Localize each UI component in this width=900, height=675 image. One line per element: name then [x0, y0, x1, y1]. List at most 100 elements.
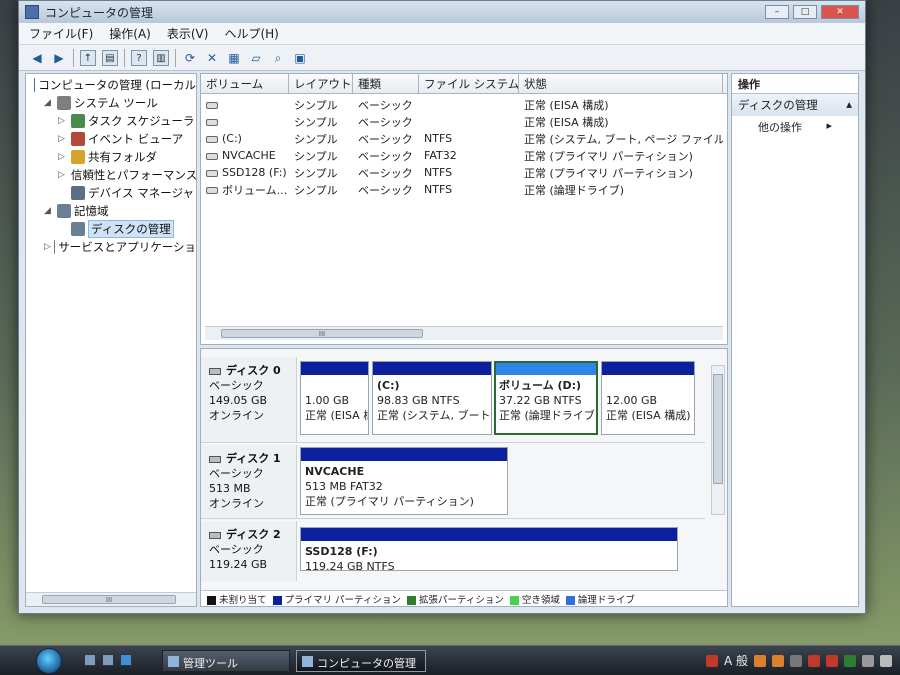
- tray-icon[interactable]: [808, 654, 820, 667]
- table-cell: シンプル: [289, 97, 353, 113]
- table-row[interactable]: SSD128 (F:) シンプル ベーシック NTFS 正常 (プライマリ パーティショ…: [201, 164, 727, 181]
- properties-icon[interactable]: ▦: [226, 50, 242, 66]
- disk-2-label[interactable]: ディスク 2 ベーシック 119.24 GB: [201, 521, 297, 581]
- tray-icon[interactable]: [862, 654, 874, 667]
- column-type[interactable]: 種類: [353, 74, 419, 93]
- actions-section-disk-management[interactable]: ディスクの管理 ▴: [732, 94, 858, 116]
- table-row[interactable]: シンプル ベーシック 正常 (EISA 構成): [201, 96, 727, 113]
- menu-view[interactable]: 表示(V): [167, 25, 209, 42]
- tray-icon[interactable]: [844, 654, 856, 667]
- tree-item[interactable]: ▷ イベント ビューア: [26, 130, 196, 148]
- close-button[interactable]: ✕: [821, 5, 859, 19]
- scrollbar-thumb[interactable]: [713, 374, 723, 484]
- switch-windows-icon[interactable]: [102, 654, 114, 666]
- cell-text: ボリューム...: [222, 183, 288, 197]
- partition-nvcache[interactable]: NVCACHE 513 MB FAT32 正常 (プライマリ パーティション): [300, 447, 508, 515]
- expand-arrow-icon[interactable]: ▷: [58, 152, 68, 162]
- disk-view-vertical-scrollbar[interactable]: [711, 365, 725, 515]
- cell-text: ベーシック: [358, 149, 413, 163]
- forward-arrow-icon[interactable]: ▶: [51, 50, 67, 66]
- start-button[interactable]: [36, 648, 62, 674]
- tray-icon[interactable]: [880, 654, 892, 667]
- refresh-icon[interactable]: ⟳: [182, 50, 198, 66]
- legend-item: プライマリ パーティション: [272, 592, 401, 606]
- cell-text: 正常 (プライマリ パーティション): [524, 166, 693, 180]
- tree-item[interactable]: ▷ 共有フォルダ: [26, 148, 196, 166]
- column-layout[interactable]: レイアウト: [289, 74, 353, 93]
- tree-item[interactable]: ◢ システム ツール: [26, 94, 196, 112]
- tree-horizontal-scrollbar[interactable]: III: [26, 592, 196, 606]
- table-row[interactable]: ボリューム... シンプル ベーシック NTFS 正常 (論理ドライブ): [201, 181, 727, 198]
- tree-item[interactable]: デバイス マネージャ: [26, 184, 196, 202]
- action-pane-icon[interactable]: ▥: [153, 49, 169, 66]
- column-volume[interactable]: ボリューム: [201, 74, 289, 93]
- expand-arrow-icon[interactable]: ◢: [44, 98, 54, 108]
- disk-1-label[interactable]: ディスク 1 ベーシック 513 MB オンライン: [201, 445, 297, 518]
- tree-item[interactable]: ▷ 信頼性とパフォーマンス: [26, 166, 196, 184]
- table-row[interactable]: NVCACHE シンプル ベーシック FAT32 正常 (プライマリ パーティション): [201, 147, 727, 164]
- legend-swatch: [565, 595, 575, 605]
- tree-item-label: 共有フォルダ: [88, 150, 157, 164]
- tree-item[interactable]: コンピュータの管理 (ローカル: [26, 76, 196, 94]
- taskbar-computer-management[interactable]: コンピュータの管理: [296, 650, 426, 672]
- disk-size: 119.24 GB: [209, 558, 268, 571]
- volume-icon: [206, 118, 218, 126]
- partition-d-selected[interactable]: ボリューム (D:) 37.22 GB NTFS 正常 (論理ドライブ: [494, 361, 598, 435]
- expand-arrow-icon[interactable]: ▷: [58, 134, 68, 144]
- browser-icon[interactable]: [120, 654, 132, 666]
- tree-item[interactable]: ◢ 記憶域: [26, 202, 196, 220]
- partition-c[interactable]: (C:) 98.83 GB NTFS 正常 (システム, ブート: [372, 361, 492, 435]
- help-icon[interactable]: ?: [131, 49, 147, 66]
- table-row[interactable]: (C:) シンプル ベーシック NTFS 正常 (システム, ブート, ページ ファイル…: [201, 130, 727, 147]
- volume-icon: [206, 187, 218, 194]
- back-arrow-icon[interactable]: ◀: [29, 50, 45, 66]
- partition-bar: [301, 528, 677, 541]
- volume-list-horizontal-scrollbar[interactable]: III: [205, 326, 723, 340]
- search-icon[interactable]: ⌕: [270, 50, 286, 66]
- delete-icon[interactable]: ✕: [204, 50, 220, 66]
- taskbar-admin-tools[interactable]: 管理ツール: [162, 650, 290, 672]
- expand-arrow-icon[interactable]: ▷: [58, 116, 68, 126]
- partition-name: NVCACHE: [305, 465, 365, 478]
- table-row[interactable]: シンプル ベーシック 正常 (EISA 構成): [201, 113, 727, 130]
- menu-action[interactable]: 操作(A): [109, 25, 151, 42]
- maximize-button[interactable]: □: [793, 5, 817, 19]
- ime-mode[interactable]: A 般: [724, 652, 748, 669]
- actions-pane: 操作 ディスクの管理 ▴ 他の操作 ▸: [731, 73, 859, 607]
- tray-icon[interactable]: [754, 654, 766, 667]
- show-hide-tree-icon[interactable]: ▤: [102, 49, 118, 66]
- tree-item[interactable]: ディスクの管理: [26, 220, 196, 238]
- menu-help[interactable]: ヘルプ(H): [224, 25, 278, 42]
- partition-eisa-1[interactable]: 1.00 GB 正常 (EISA 構: [300, 361, 369, 435]
- tray-icon[interactable]: [790, 654, 802, 667]
- up-folder-icon[interactable]: ↑: [80, 49, 96, 66]
- tree-item[interactable]: ▷ サービスとアプリケーショ: [26, 238, 196, 256]
- column-status[interactable]: 状態: [519, 74, 723, 93]
- column-filesystem[interactable]: ファイル システム: [419, 74, 519, 93]
- expand-arrow-icon[interactable]: ▷: [58, 170, 65, 180]
- more-actions-item[interactable]: 他の操作 ▸: [732, 116, 858, 136]
- partition-eisa-2[interactable]: 12.00 GB 正常 (EISA 構成): [601, 361, 695, 435]
- tray-icon[interactable]: [772, 654, 784, 667]
- partition-ssd128[interactable]: SSD128 (F:) 119.24 GB NTFS: [300, 527, 678, 571]
- menu-file[interactable]: ファイル(F): [29, 25, 93, 42]
- disk-name: ディスク 1: [226, 452, 281, 465]
- legend-swatch: [509, 595, 519, 605]
- show-desktop-icon[interactable]: [84, 654, 96, 666]
- ime-icon[interactable]: [705, 654, 718, 667]
- partition-size: 98.83 GB NTFS: [377, 394, 460, 407]
- services-icon: [53, 240, 56, 254]
- center-pane: ボリューム レイアウト 種類 ファイル システム 状態 シンプル ベーシック 正常 …: [200, 73, 728, 607]
- expand-arrow-icon[interactable]: ◢: [44, 206, 54, 216]
- tree-item[interactable]: ▷ タスク スケジューラ: [26, 112, 196, 130]
- scrollbar-thumb[interactable]: III: [221, 329, 423, 338]
- tray-icon[interactable]: [826, 654, 838, 667]
- scrollbar-thumb[interactable]: III: [42, 595, 176, 604]
- open-icon[interactable]: ▱: [248, 50, 264, 66]
- expand-arrow-icon[interactable]: ▷: [44, 242, 51, 252]
- title-bar[interactable]: コンピュータの管理 – □ ✕: [19, 1, 865, 23]
- export-icon[interactable]: ▣: [292, 50, 308, 66]
- navigation-tree: コンピュータの管理 (ローカル ◢ システム ツール ▷ タスク スケジューラ ▷ イベント…: [25, 73, 197, 607]
- disk-0-label[interactable]: ディスク 0 ベーシック 149.05 GB オンライン: [201, 357, 297, 442]
- minimize-button[interactable]: –: [765, 5, 789, 19]
